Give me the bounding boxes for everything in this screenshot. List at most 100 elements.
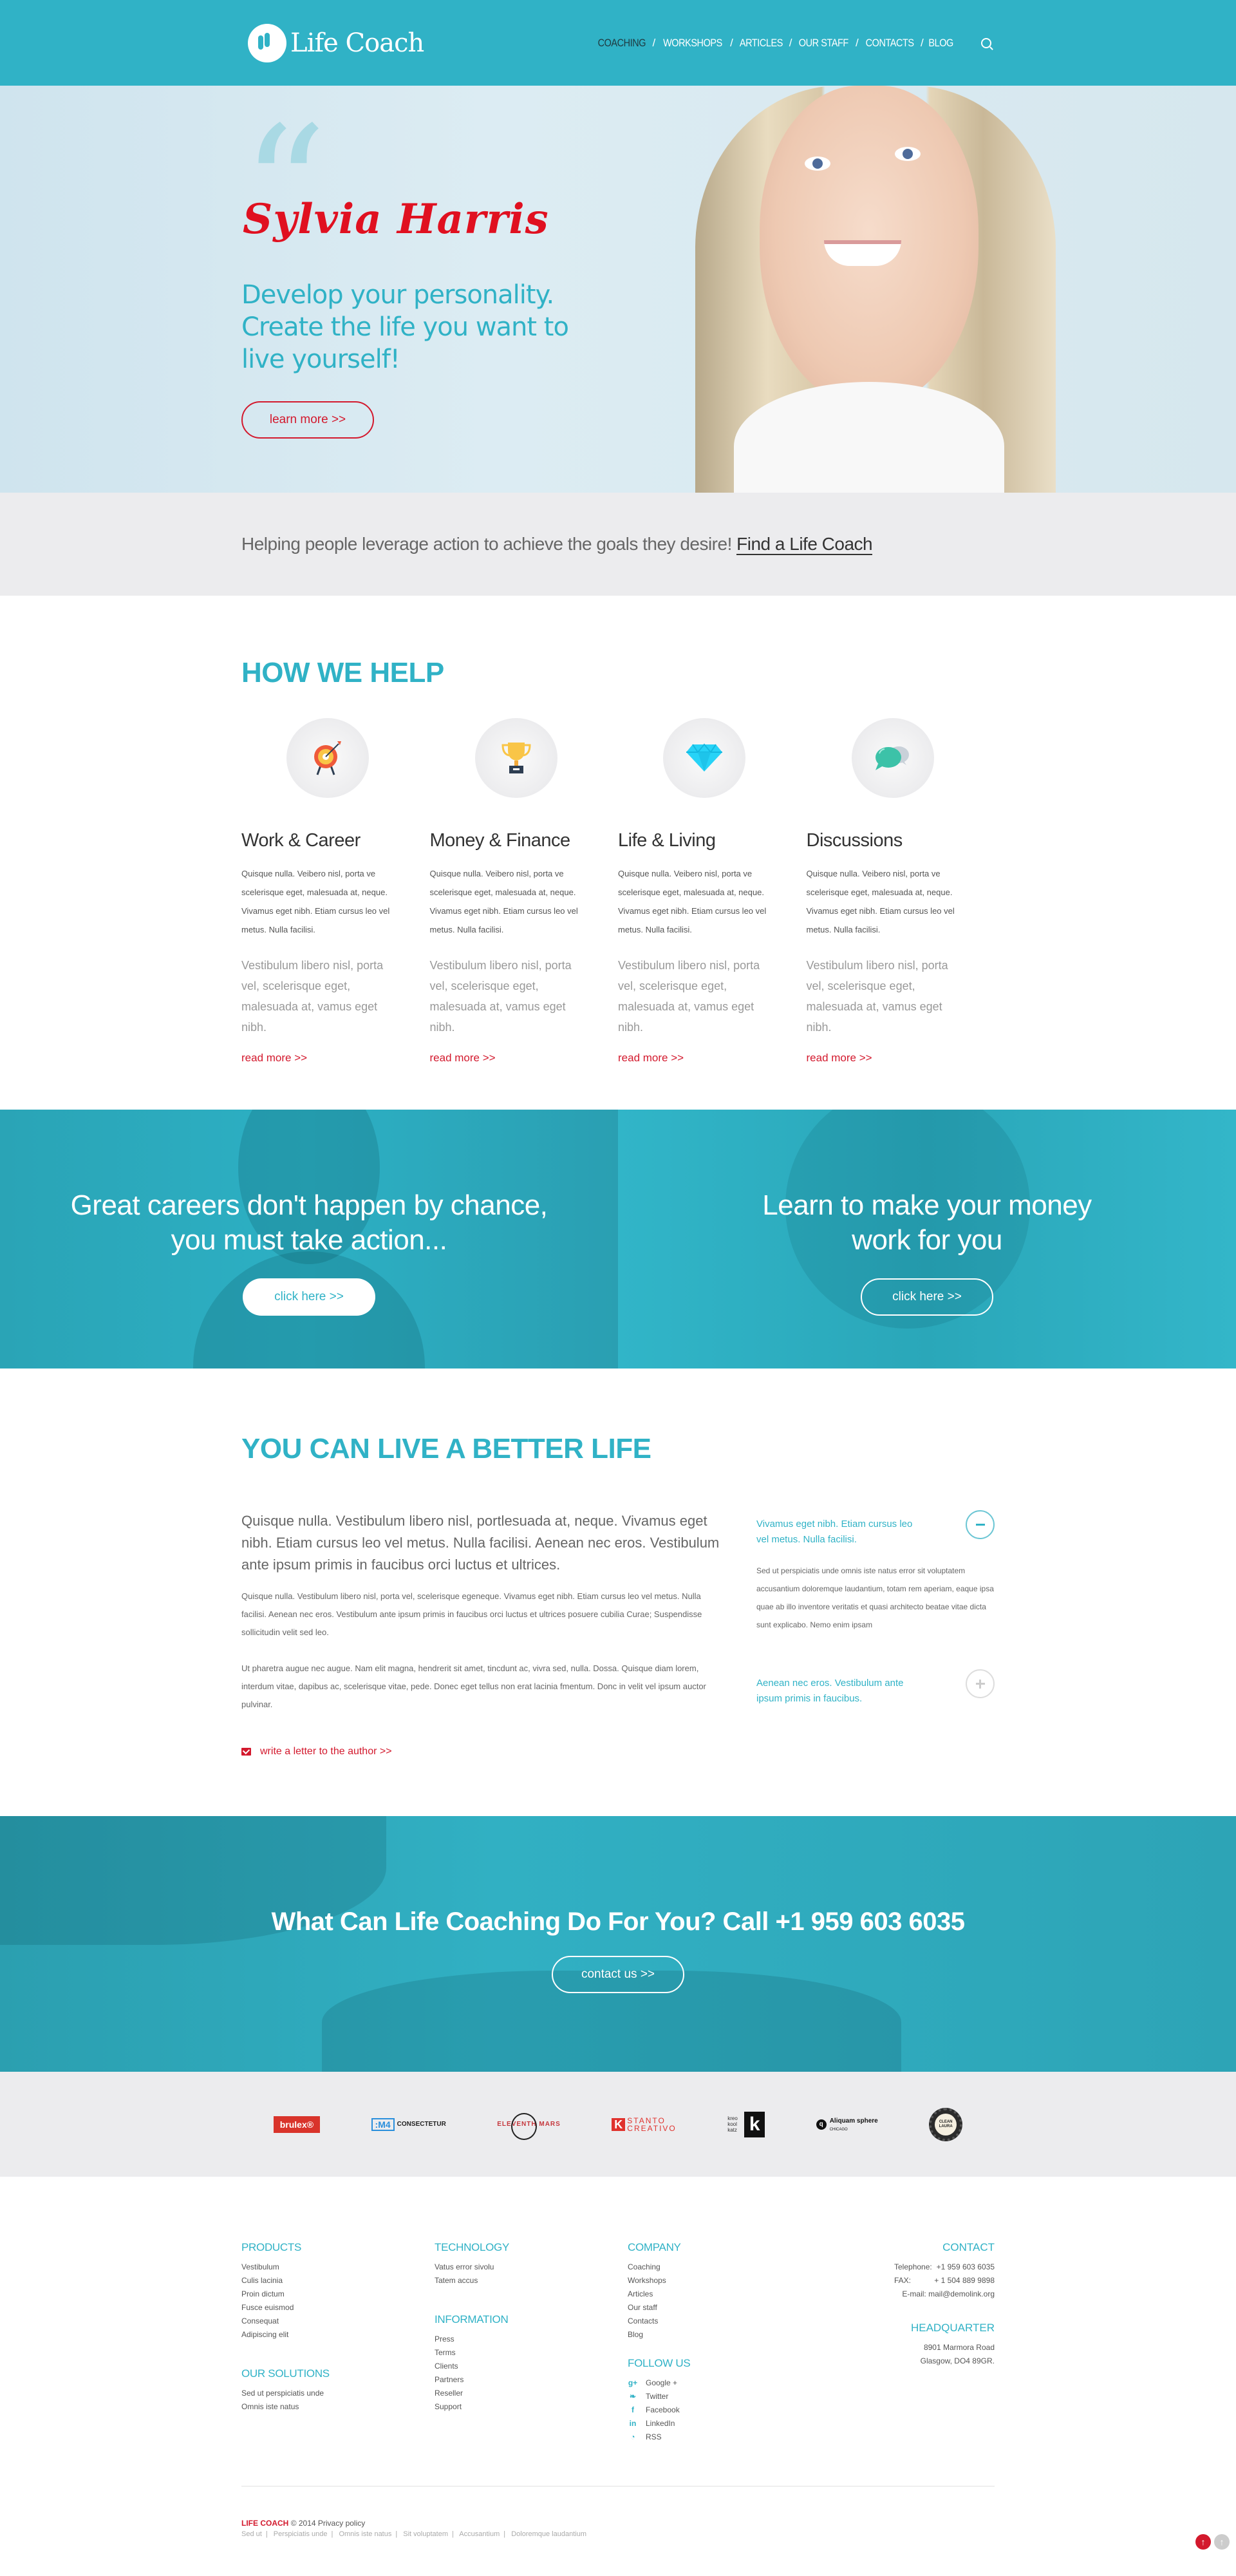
nav-separator: / [730, 36, 733, 49]
privacy-policy-link[interactable]: © 2014 Privacy policy [291, 2519, 366, 2528]
plus-icon [975, 1679, 985, 1689]
trophy-icon [501, 743, 531, 773]
partner-logo-clean-laura[interactable]: CLEAN LAURA [929, 2107, 963, 2141]
nav-contacts[interactable]: CONTACTS [865, 37, 913, 50]
twitter-icon: ❧ [629, 2392, 637, 2401]
learn-more-button[interactable]: learn more >> [241, 401, 374, 439]
read-more-link[interactable]: read more >> [430, 1052, 496, 1065]
partner-logo-eleventh-mars[interactable]: ELEVENTH MARS [497, 2113, 561, 2140]
footer-link[interactable]: Support [435, 2400, 628, 2414]
bottom-link[interactable]: Sit voluptatem [403, 2530, 448, 2538]
bottom-link[interactable]: Accusantium [459, 2530, 500, 2538]
accordion-title[interactable]: Vivamus eget nibh. Etiam cursus leo vel … [756, 1517, 924, 1548]
facebook-icon: f [632, 2405, 634, 2414]
telephone-row: Telephone: +1 959 603 6035 [894, 2262, 995, 2271]
footer-link[interactable]: Blog [628, 2328, 821, 2342]
diamond-icon [686, 743, 722, 772]
footer-link[interactable]: Workshops [628, 2274, 821, 2287]
click-here-button[interactable]: click here >> [861, 1278, 993, 1316]
footer-link[interactable]: Vestibulum [241, 2260, 435, 2274]
nav-coaching[interactable]: COACHING [597, 37, 646, 50]
arrow-up-icon[interactable]: ↑ [1195, 2534, 1211, 2550]
section-title: YOU CAN LIVE A BETTER LIFE [241, 1433, 651, 1464]
social-link-rss[interactable]: ◔ RSS [628, 2430, 821, 2444]
quote-mark-icon: “ [241, 91, 327, 286]
help-item-title: Money & Finance [429, 830, 571, 851]
footer-link[interactable]: Sed ut perspiciatis unde [241, 2387, 435, 2400]
partner-logo-aliquam[interactable]: q Aliquam sphere CHICAGO [816, 2117, 878, 2132]
read-more-link[interactable]: read more >> [618, 1052, 684, 1065]
footer-link[interactable]: Adipiscing elit [241, 2328, 435, 2342]
copyright: LIFE COACH © 2014 Privacy policy [241, 2519, 366, 2528]
collapse-button[interactable] [966, 1510, 995, 1539]
click-here-button[interactable]: click here >> [243, 1278, 375, 1316]
bottom-link[interactable]: Doloremque laudantium [511, 2530, 586, 2538]
contact-us-button[interactable]: contact us >> [552, 1956, 684, 1993]
nav-blog[interactable]: BLOG [928, 37, 953, 50]
partner-logo-brulex[interactable]: brulex® [273, 2116, 321, 2133]
how-we-help-section: HOW WE HELP Work & Career Quisque nulla. [0, 596, 1236, 1110]
footer-link[interactable]: Coaching [628, 2260, 821, 2274]
footer-link[interactable]: Our staff [628, 2301, 821, 2315]
nav-articles[interactable]: ARTICLES [740, 37, 783, 50]
bottom-link[interactable]: Omnis iste natus [339, 2530, 391, 2538]
footer-link[interactable]: Fusce euismod [241, 2301, 435, 2315]
target-icon [314, 741, 341, 775]
accordion: Vivamus eget nibh. Etiam cursus leo vel … [756, 1510, 995, 1757]
promo-title: Learn to make your money work for you [762, 1189, 1092, 1256]
footer-link[interactable]: Clients [435, 2360, 628, 2373]
footer-link[interactable]: Partners [435, 2373, 628, 2387]
read-more-link[interactable]: read more >> [241, 1052, 307, 1065]
find-life-coach-link[interactable]: Find a Life Coach [736, 534, 873, 555]
email-link[interactable]: mail@demolink.org [928, 2289, 995, 2298]
nav-separator: / [856, 36, 859, 49]
rss-icon: ◔ [630, 2432, 635, 2441]
help-item-title: Discussions [806, 830, 903, 851]
footer-link[interactable]: Vatus error sivolu [435, 2260, 628, 2274]
footer-link[interactable]: Press [435, 2333, 628, 2346]
partner-logo-kreo[interactable]: kreo kool katz k [727, 2111, 765, 2137]
footer-contact: CONTACT Telephone: +1 959 603 6035 FAX: + … [894, 2241, 995, 2365]
accordion-title[interactable]: Aenean nec eros. Vestibulum ante ipsum p… [756, 1676, 924, 1707]
arrow-up-icon[interactable]: ↑ [1214, 2534, 1230, 2550]
footer-link[interactable]: Omnis iste natus [241, 2400, 435, 2414]
accordion-item[interactable]: Aenean nec eros. Vestibulum ante ipsum p… [756, 1669, 995, 1707]
nav-our-staff[interactable]: OUR STAFF [799, 37, 848, 50]
footer-link[interactable]: Contacts [628, 2315, 821, 2328]
logo[interactable]: Life Coach [241, 23, 424, 62]
promo-banners: Great careers don't happen by chance, yo… [0, 1110, 1236, 1368]
bottom-link[interactable]: Sed ut [241, 2530, 262, 2538]
read-more-link[interactable]: read more >> [807, 1052, 872, 1065]
footer-link[interactable]: Reseller [435, 2387, 628, 2400]
nav-separator: / [921, 36, 924, 49]
footer-link[interactable]: Consequat [241, 2315, 435, 2328]
google-plus-icon: g+ [628, 2378, 638, 2387]
promo-title: Great careers don't happen by chance, yo… [70, 1189, 548, 1256]
lead-paragraph: Quisque nulla. Vestibulum libero nisl, p… [241, 1513, 720, 1573]
minus-icon [975, 1524, 985, 1526]
partner-logo-stanto[interactable]: K STANTO CREATIVO [612, 2117, 676, 2132]
social-link-google-plus[interactable]: g+ Google + [628, 2376, 821, 2390]
footer-link[interactable]: Culis lacinia [241, 2274, 435, 2287]
fax-row: FAX: + 1 504 889 9898 [894, 2276, 995, 2285]
accordion-item[interactable]: Vivamus eget nibh. Etiam cursus leo vel … [756, 1510, 995, 1548]
cta-title: What Can Life Coaching Do For You? Call … [271, 1908, 965, 1936]
hero-name: Sylvia Harris [243, 195, 549, 243]
nav-workshops[interactable]: WORKSHOPS [663, 37, 722, 50]
social-link-twitter[interactable]: ❧ Twitter [628, 2390, 821, 2403]
expand-button[interactable] [966, 1669, 995, 1698]
bottom-link[interactable]: Perspiciatis unde [274, 2530, 328, 2538]
social-link-linkedin[interactable]: in LinkedIn [628, 2417, 821, 2430]
partner-logo-m4[interactable]: :M4 CONSECTETUR [371, 2117, 446, 2131]
footer-link[interactable]: Proin dictum [241, 2287, 435, 2301]
footer-link[interactable]: Terms [435, 2346, 628, 2360]
social-link-facebook[interactable]: f Facebook [628, 2403, 821, 2417]
footer-col-products: PRODUCTS Vestibulum Culis lacinia Proin … [241, 2241, 435, 2486]
footer-link[interactable]: Articles [628, 2287, 821, 2301]
write-letter-link[interactable]: write a letter to the author >> [241, 1746, 724, 1757]
footer-link[interactable]: Tatem accus [435, 2274, 628, 2287]
call-to-action-banner: What Can Life Coaching Do For You? Call … [0, 1816, 1236, 2072]
promo-money: Learn to make your money work for you cl… [618, 1110, 1236, 1368]
search-icon[interactable] [981, 37, 991, 48]
tagline-strip: Helping people leverage action to achiev… [0, 493, 1236, 596]
